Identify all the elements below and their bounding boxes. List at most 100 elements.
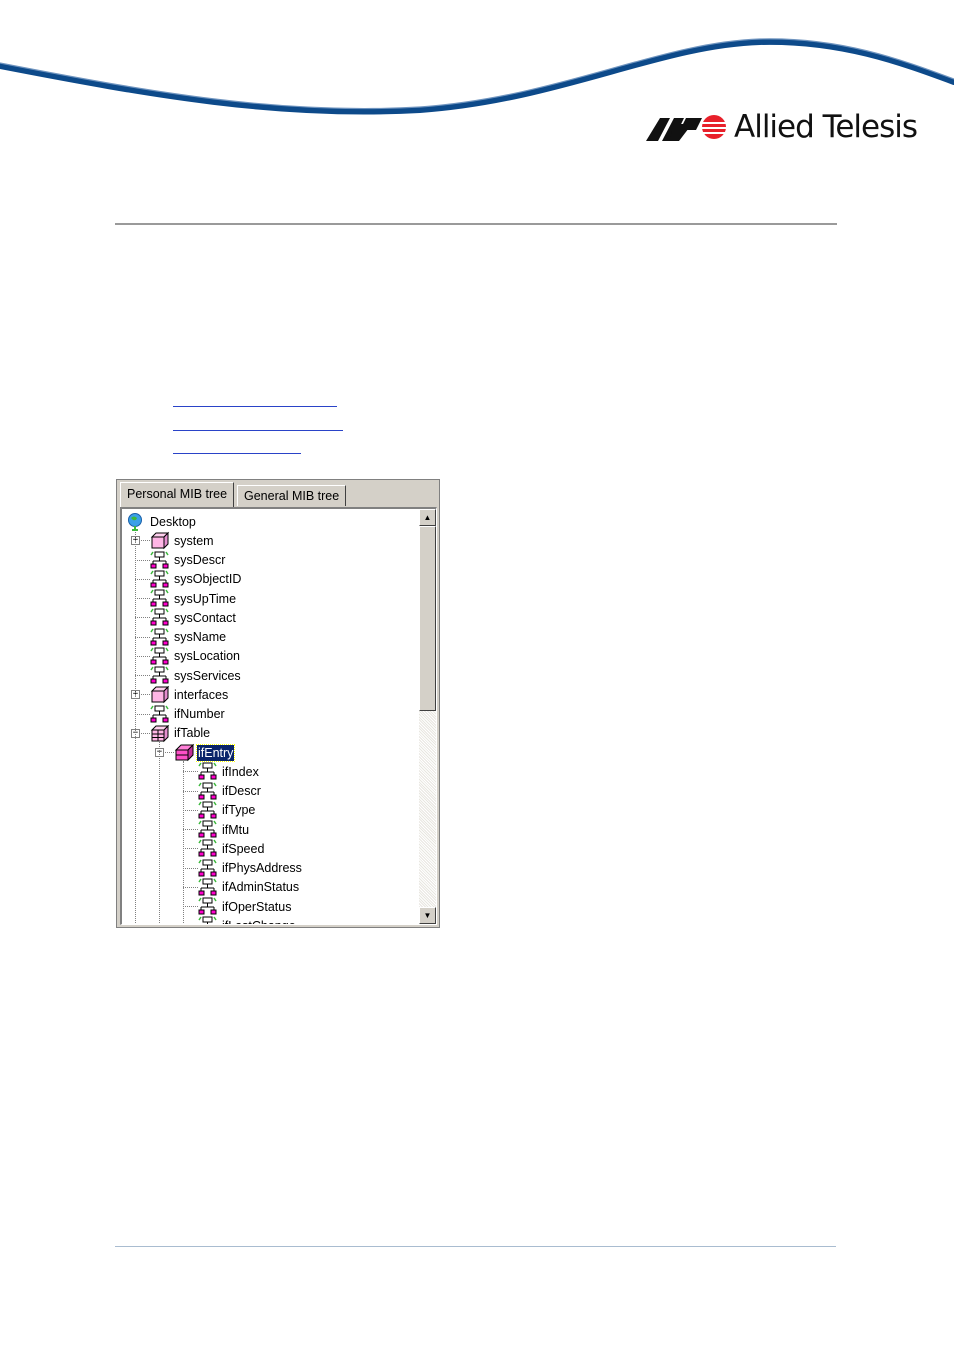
tree-node-ifmtu[interactable]: ifMtu (198, 820, 250, 839)
tree-node-label: ifEntry (195, 743, 236, 762)
mib-object-icon (198, 859, 218, 878)
tree-node-label: ifIndex (222, 764, 259, 779)
tree-node-label: ifPhysAddress (222, 861, 302, 875)
scrollbar-thumb[interactable] (419, 526, 436, 711)
tree-node-label: system (174, 533, 214, 548)
tree-node-label: ifSpeed (222, 841, 265, 856)
footer-divider (115, 1246, 836, 1247)
tab-label: General MIB tree (244, 489, 340, 503)
tree-node-sysservices[interactable]: sysServices (150, 666, 242, 685)
tree-node-system[interactable]: system (150, 531, 215, 550)
tree-node-label: ifAdminStatus (222, 880, 300, 895)
tree-connector (183, 906, 198, 907)
mib-browser-panel: Personal MIB tree General MIB tree + + − − … (116, 479, 440, 928)
tree-node-ifentry[interactable]: ifEntry (174, 743, 236, 762)
mib-object-icon (150, 647, 170, 666)
tree-node-sysobjectid[interactable]: sysObjectID (150, 570, 242, 589)
tree-node-label: sysObjectID (174, 572, 242, 587)
tree-connector (183, 829, 198, 830)
tree-node-ifspeed[interactable]: ifSpeed (198, 839, 265, 858)
mib-object-icon (150, 589, 170, 608)
tree-node-ifphysaddress[interactable]: ifPhysAddress (198, 859, 303, 878)
tab-personal-mib-tree[interactable]: Personal MIB tree (120, 482, 235, 507)
tree-node-sysuptime[interactable]: sysUpTime (150, 589, 237, 608)
tree-connector (135, 559, 150, 561)
tree-node-ifnumber[interactable]: ifNumber (150, 705, 226, 724)
mib-object-icon (150, 666, 170, 685)
mib-object-icon (198, 897, 218, 916)
tree-node-label: interfaces (174, 687, 229, 702)
tree-node-iftype[interactable]: ifType (198, 801, 256, 820)
mib-object-icon (198, 801, 218, 820)
mib-object-icon (198, 916, 218, 924)
scroll-up-arrow-icon[interactable]: ▲ (419, 509, 436, 526)
tree-connector (183, 771, 198, 773)
tree-node-ifdescr[interactable]: ifDescr (198, 782, 262, 801)
tree-node-label: sysName (174, 630, 227, 644)
mib-object-icon (150, 705, 170, 724)
tree-connector (159, 741, 160, 924)
entry-cube-icon (174, 743, 195, 762)
folder-cube-icon (150, 685, 170, 704)
tree-connector (135, 530, 136, 924)
tree-node-interfaces[interactable]: interfaces (150, 685, 229, 704)
tree-connector (183, 886, 198, 888)
tree-node-sysdescr[interactable]: sysDescr (150, 551, 226, 570)
tree-node-label: ifLastChange (221, 918, 297, 924)
header-divider (115, 223, 837, 225)
tree-node-label: sysServices (174, 668, 241, 683)
brand-name: Allied Telesis (734, 109, 918, 145)
tree-node-syslocation[interactable]: sysLocation (150, 647, 241, 666)
tree-node-label: ifDescr (222, 784, 261, 798)
vertical-scrollbar[interactable]: ▲ ▼ (419, 509, 436, 924)
globe-icon (126, 512, 146, 531)
tree-node-ifoperstatus[interactable]: ifOperStatus (198, 897, 292, 916)
tree-node-iflastchange[interactable]: ifLastChange (198, 916, 297, 924)
tree-node-label: ifOperStatus (222, 899, 292, 914)
tree-connector (135, 675, 150, 676)
tree-connector (183, 848, 198, 850)
tree-connector (135, 713, 150, 715)
tree-node-label: ifType (222, 803, 256, 818)
tree-node-label: sysLocation (174, 649, 241, 664)
tree-node-sysname[interactable]: sysName (150, 628, 227, 647)
tree-connector (135, 617, 150, 619)
allied-telesis-mark-icon (646, 115, 726, 141)
allied-telesis-logo: Allied Telesis (646, 108, 918, 146)
link-underline-3[interactable] (173, 453, 301, 454)
mib-object-icon (150, 608, 170, 627)
tree-connector (183, 809, 198, 811)
table-cube-icon (150, 724, 170, 743)
tree-node-iftable[interactable]: ifTable (150, 724, 211, 743)
folder-cube-icon (150, 531, 170, 550)
scroll-down-arrow-icon[interactable]: ▼ (419, 907, 436, 924)
tree-node-label: Desktop (150, 514, 196, 529)
mib-object-icon (198, 762, 218, 781)
tree-connector (135, 598, 150, 599)
tree-node-label: sysContact (174, 610, 236, 625)
tree-connector (183, 761, 184, 924)
link-underline-1[interactable] (173, 406, 337, 407)
mib-object-icon (198, 839, 218, 858)
tree-connector (183, 867, 198, 869)
tree-connector (135, 578, 150, 580)
mib-tree-view[interactable]: + + − − Desktop system sysDescr sysObjectID sys… (120, 507, 437, 925)
tab-label: Personal MIB tree (127, 487, 228, 501)
tree-node-desktop[interactable]: Desktop (126, 512, 197, 531)
link-underline-2[interactable] (173, 430, 343, 431)
mib-object-icon (150, 628, 170, 647)
tree-node-ifindex[interactable]: ifIndex (198, 762, 260, 781)
mib-object-icon (198, 878, 218, 897)
tree-node-label: ifNumber (174, 707, 225, 721)
tree-connector (135, 636, 150, 638)
tree-connector (135, 655, 150, 657)
tab-general-mib-tree[interactable]: General MIB tree (237, 485, 347, 506)
tree-node-ifadminstatus[interactable]: ifAdminStatus (198, 878, 300, 897)
tree-node-label: ifTable (174, 726, 211, 741)
tree-node-syscontact[interactable]: sysContact (150, 608, 237, 627)
mib-object-icon (150, 570, 170, 589)
mib-object-icon (198, 820, 218, 839)
tree-node-label: sysDescr (174, 553, 226, 567)
mib-object-icon (198, 782, 218, 801)
tree-node-label: sysUpTime (174, 591, 237, 606)
